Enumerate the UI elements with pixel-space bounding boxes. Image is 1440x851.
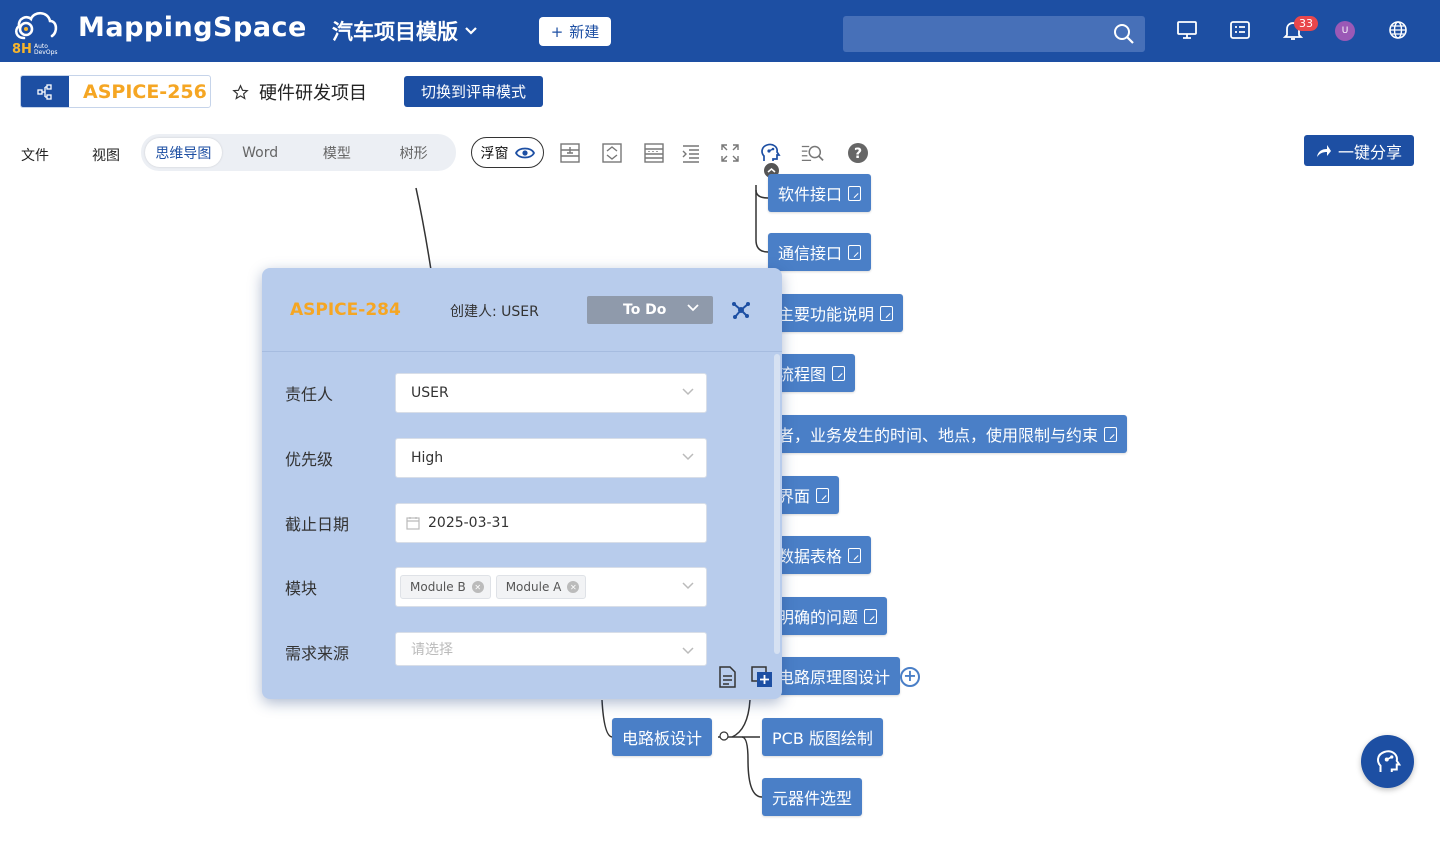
status-value: To Do <box>623 302 667 318</box>
source-placeholder: 请选择 <box>411 642 453 658</box>
issue-detail-panel: ASPICE-284 创建人: USER To Do 责任人 USER 优先级 … <box>262 268 782 699</box>
mindmap-node[interactable]: 数据表格 <box>768 536 872 574</box>
document-icon[interactable] <box>864 608 878 624</box>
document-icon[interactable] <box>848 547 862 563</box>
assignee-label: 责任人 <box>285 385 334 404</box>
mindmap-node-label: 通信接口 <box>778 244 843 263</box>
remove-tag-icon[interactable]: ✕ <box>471 581 484 593</box>
panel-scrollbar[interactable] <box>774 354 780 654</box>
priority-select[interactable]: High <box>395 438 707 478</box>
source-select[interactable]: 请选择 <box>395 632 707 666</box>
document-icon[interactable] <box>848 244 862 260</box>
mindmap-node-label: 者，业务发生的时间、地点，使用限制与约束 <box>778 426 1099 445</box>
mindmap-node[interactable]: 电路板设计 <box>612 718 713 756</box>
document-icon[interactable] <box>832 365 846 381</box>
chevron-down-icon <box>682 582 694 590</box>
mindmap-node[interactable]: 通信接口 <box>768 233 872 271</box>
panel-header: ASPICE-284 创建人: USER To Do <box>262 268 782 352</box>
mindmap-node-label: 电路板设计 <box>622 729 703 748</box>
mindmap-node[interactable]: 元器件选型 <box>762 778 863 816</box>
mindmap-node[interactable]: 软件接口 <box>768 174 872 212</box>
mindmap-node[interactable]: 者，业务发生的时间、地点，使用限制与约束 <box>768 415 1128 453</box>
panel-creator: 创建人: USER <box>450 304 539 320</box>
chevron-down-icon <box>682 388 694 396</box>
panel-issue-key[interactable]: ASPICE-284 <box>290 300 401 320</box>
chevron-down-icon <box>687 304 699 312</box>
module-label: 模块 <box>285 579 318 598</box>
document-icon[interactable] <box>718 666 736 688</box>
module-tag-label: Module A <box>505 580 562 594</box>
mindmap-node-label: 明确的问题 <box>778 608 859 627</box>
mindmap-node[interactable]: 明确的问题 <box>768 597 888 635</box>
remove-tag-icon[interactable]: ✕ <box>567 581 580 593</box>
ai-assistant-icon <box>1376 749 1401 772</box>
document-icon[interactable] <box>848 185 862 201</box>
mindmap-node-label: 电路原理图设计 <box>778 668 891 687</box>
document-icon[interactable] <box>816 487 830 503</box>
module-tag: Module A ✕ <box>495 575 587 599</box>
due-date-value: 2025-03-31 <box>428 515 510 531</box>
priority-label: 优先级 <box>285 450 334 469</box>
mindmap-node-label: 主要功能说明 <box>778 305 875 324</box>
mindmap-node[interactable]: 电路原理图设计 <box>768 657 901 695</box>
assignee-value: USER <box>411 385 449 401</box>
chevron-down-icon <box>682 647 694 655</box>
due-date-label: 截止日期 <box>285 515 350 534</box>
mindmap-node-label: PCB 版图绘制 <box>772 729 873 748</box>
mindmap-node-label: 流程图 <box>778 365 827 384</box>
module-select[interactable]: Module B ✕ Module A ✕ <box>395 567 707 607</box>
status-dropdown[interactable]: To Do <box>587 296 713 324</box>
module-tag-label: Module B <box>410 580 466 594</box>
priority-value: High <box>411 450 444 466</box>
chevron-down-icon <box>682 453 694 461</box>
mindmap-node-label: 软件接口 <box>778 185 843 204</box>
mindmap-node-label: 数据表格 <box>778 547 843 566</box>
due-date-picker[interactable]: 2025-03-31 <box>395 503 707 543</box>
document-icon[interactable] <box>880 305 894 321</box>
ai-assistant-fab[interactable] <box>1361 735 1414 788</box>
document-icon[interactable] <box>1104 426 1118 442</box>
mindmap-node[interactable]: 主要功能说明 <box>768 294 904 332</box>
add-node-icon[interactable]: + <box>900 667 920 687</box>
source-label: 需求来源 <box>285 644 350 663</box>
add-child-icon[interactable] <box>751 666 773 688</box>
module-tag: Module B ✕ <box>400 575 491 599</box>
mindmap-locate-icon[interactable] <box>731 300 751 320</box>
mindmap-node[interactable]: PCB 版图绘制 <box>762 718 883 756</box>
mindmap-node-label: 界面 <box>778 487 811 506</box>
calendar-icon <box>406 517 420 530</box>
assignee-select[interactable]: USER <box>395 373 707 413</box>
mindmap-node-label: 元器件选型 <box>772 789 853 808</box>
